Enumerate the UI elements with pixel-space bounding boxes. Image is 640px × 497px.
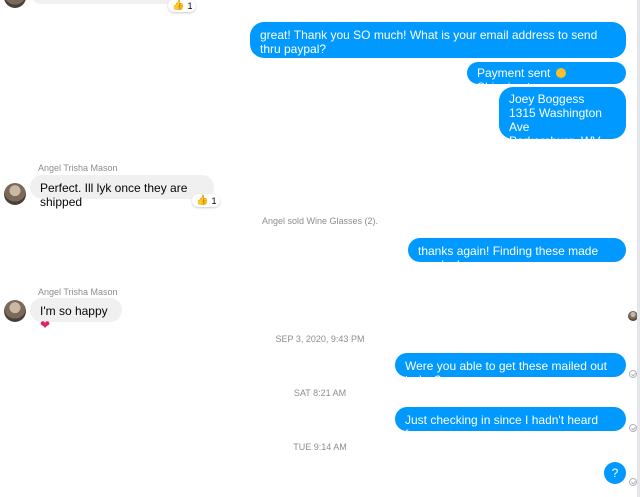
thumbs-up-icon: 👍 (196, 195, 209, 206)
sender-name: Angel Trisha Mason (38, 163, 118, 173)
system-message: Angel sold Wine Glasses (2). (261, 216, 379, 226)
outgoing-message: great! Thank you SO much! What is your e… (250, 22, 626, 58)
incoming-message (30, 0, 180, 4)
sender-name: Angel Trisha Mason (38, 287, 118, 297)
timestamp: SAT 8:21 AM (293, 388, 347, 398)
reaction-count: 1 (211, 195, 217, 206)
address-street: 1315 Washington Ave (509, 106, 602, 134)
reaction-badge[interactable]: 👍 1 (192, 194, 221, 207)
outgoing-message: Joey Boggess 1315 Washington Ave Parkers… (499, 87, 626, 162)
timestamp: SEP 3, 2020, 9:43 PM (275, 334, 365, 344)
reaction-count: 1 (187, 0, 193, 11)
seen-check-icon (629, 424, 637, 432)
message-text: I'm so happy (40, 304, 108, 318)
seen-check-icon (629, 370, 637, 378)
incoming-message: I'm so happy ❤ (30, 298, 122, 332)
avatar[interactable] (4, 183, 26, 205)
timestamp: TUE 9:14 AM (293, 442, 347, 452)
help-button[interactable]: ? (604, 462, 626, 484)
heart-icon: ❤ (40, 318, 51, 332)
seen-check-icon (629, 478, 637, 486)
avatar[interactable] (4, 300, 26, 322)
thumbs-up-icon: 👍 (172, 0, 185, 11)
outgoing-message: Were you able to get these mailed out to… (395, 353, 626, 387)
smiley-icon (555, 68, 566, 78)
outgoing-message: Payment sent Shipping to: (467, 62, 626, 94)
message-text: Payment sent (477, 66, 551, 80)
address-name: Joey Boggess (509, 92, 585, 106)
address-city: Parkersburg, WV 26101 (509, 134, 601, 162)
outgoing-message: Just checking in since I hadn't heard fr… (395, 407, 626, 441)
outgoing-message: thanks again! Finding these made my day! (408, 238, 626, 272)
avatar (4, 0, 26, 8)
incoming-message: Perfect. Ill lyk once they are shipped (30, 175, 214, 209)
reaction-badge[interactable]: 👍 1 (168, 0, 197, 12)
